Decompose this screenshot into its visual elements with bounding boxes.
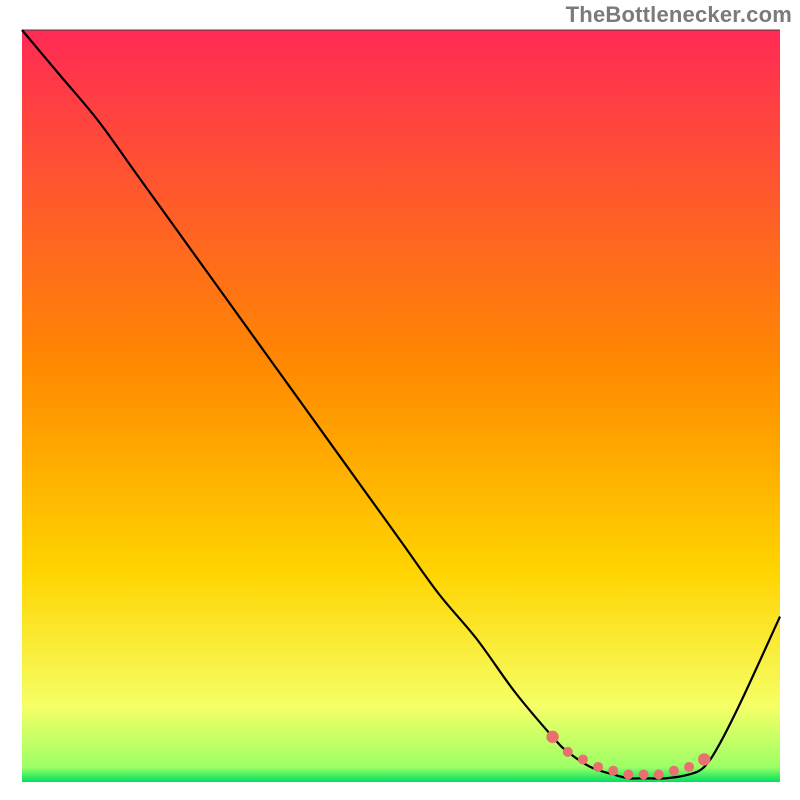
- chart-container: { "attribution": "TheBottlenecker.com", …: [0, 0, 800, 800]
- sweet-spot-point: [669, 766, 679, 776]
- sweet-spot-point: [546, 731, 558, 743]
- sweet-spot-point: [578, 754, 588, 764]
- sweet-spot-point: [639, 769, 649, 779]
- sweet-spot-point: [698, 753, 710, 765]
- plot-area: [22, 30, 780, 782]
- sweet-spot-point: [593, 762, 603, 772]
- sweet-spot-point: [608, 766, 618, 776]
- sweet-spot-point: [654, 769, 664, 779]
- sweet-spot-point: [623, 769, 633, 779]
- sweet-spot-point: [563, 747, 573, 757]
- gradient-background: [22, 30, 780, 782]
- bottleneck-chart: [0, 0, 800, 800]
- sweet-spot-point: [684, 762, 694, 772]
